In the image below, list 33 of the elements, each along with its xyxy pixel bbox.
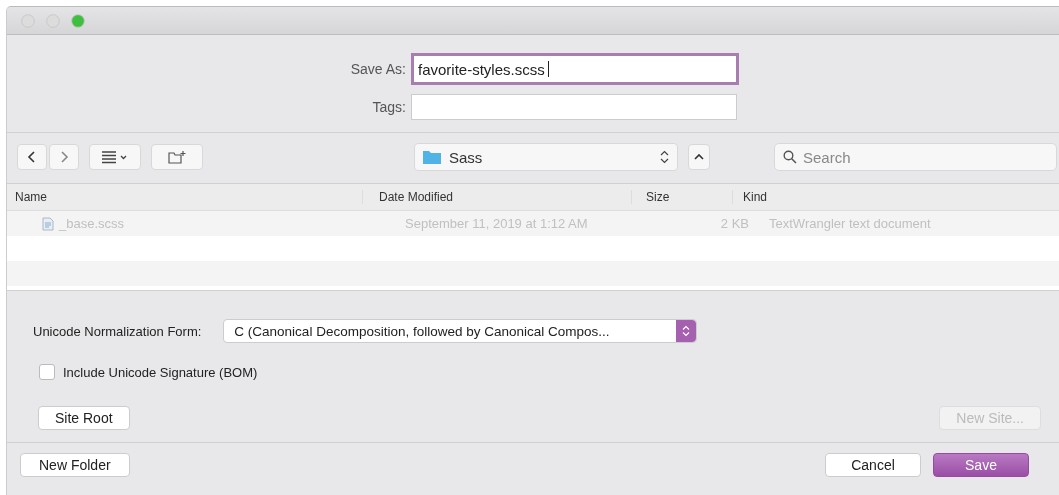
chevron-up-icon [694,153,704,161]
location-dropdown[interactable]: Sass [414,143,678,171]
cancel-button[interactable]: Cancel [825,453,921,477]
search-icon [783,150,797,164]
normalization-dropdown[interactable]: C (Canonical Decomposition, followed by Canonical Compos... [223,319,698,343]
new-folder-icon [168,150,186,164]
column-header[interactable]: Size [631,190,732,204]
normalization-label: Unicode Normalization Form: [33,323,202,339]
zoom-icon[interactable] [71,13,85,28]
chevron-left-icon [27,150,37,164]
site-root-button[interactable]: Site Root [38,406,130,430]
column-header[interactable]: Date Modified [362,190,631,204]
collapse-button[interactable] [688,144,710,170]
bom-label: Include Unicode Signature (BOM) [63,364,258,380]
up-down-arrows-icon [660,150,669,164]
save-button[interactable]: Save [933,453,1029,477]
new-folder-icon-button[interactable] [151,144,203,170]
tags-field[interactable] [411,94,737,120]
folder-icon [423,150,441,164]
save-as-label: Save As: [349,61,407,77]
forward-button[interactable] [49,144,79,170]
tags-label: Tags: [371,99,407,115]
document-icon [41,216,55,231]
new-folder-button[interactable]: New Folder [20,453,130,477]
list-view-icon [101,150,129,164]
view-menu-button[interactable] [89,144,141,170]
file-name-field[interactable]: favorite-styles.scss [411,53,739,85]
checkbox[interactable] [39,364,55,380]
column-header[interactable]: Name [7,190,362,204]
up-down-arrows-icon [682,325,691,337]
column-header[interactable]: Kind [732,190,1059,204]
chevron-right-icon [59,150,69,164]
back-button[interactable] [17,144,47,170]
